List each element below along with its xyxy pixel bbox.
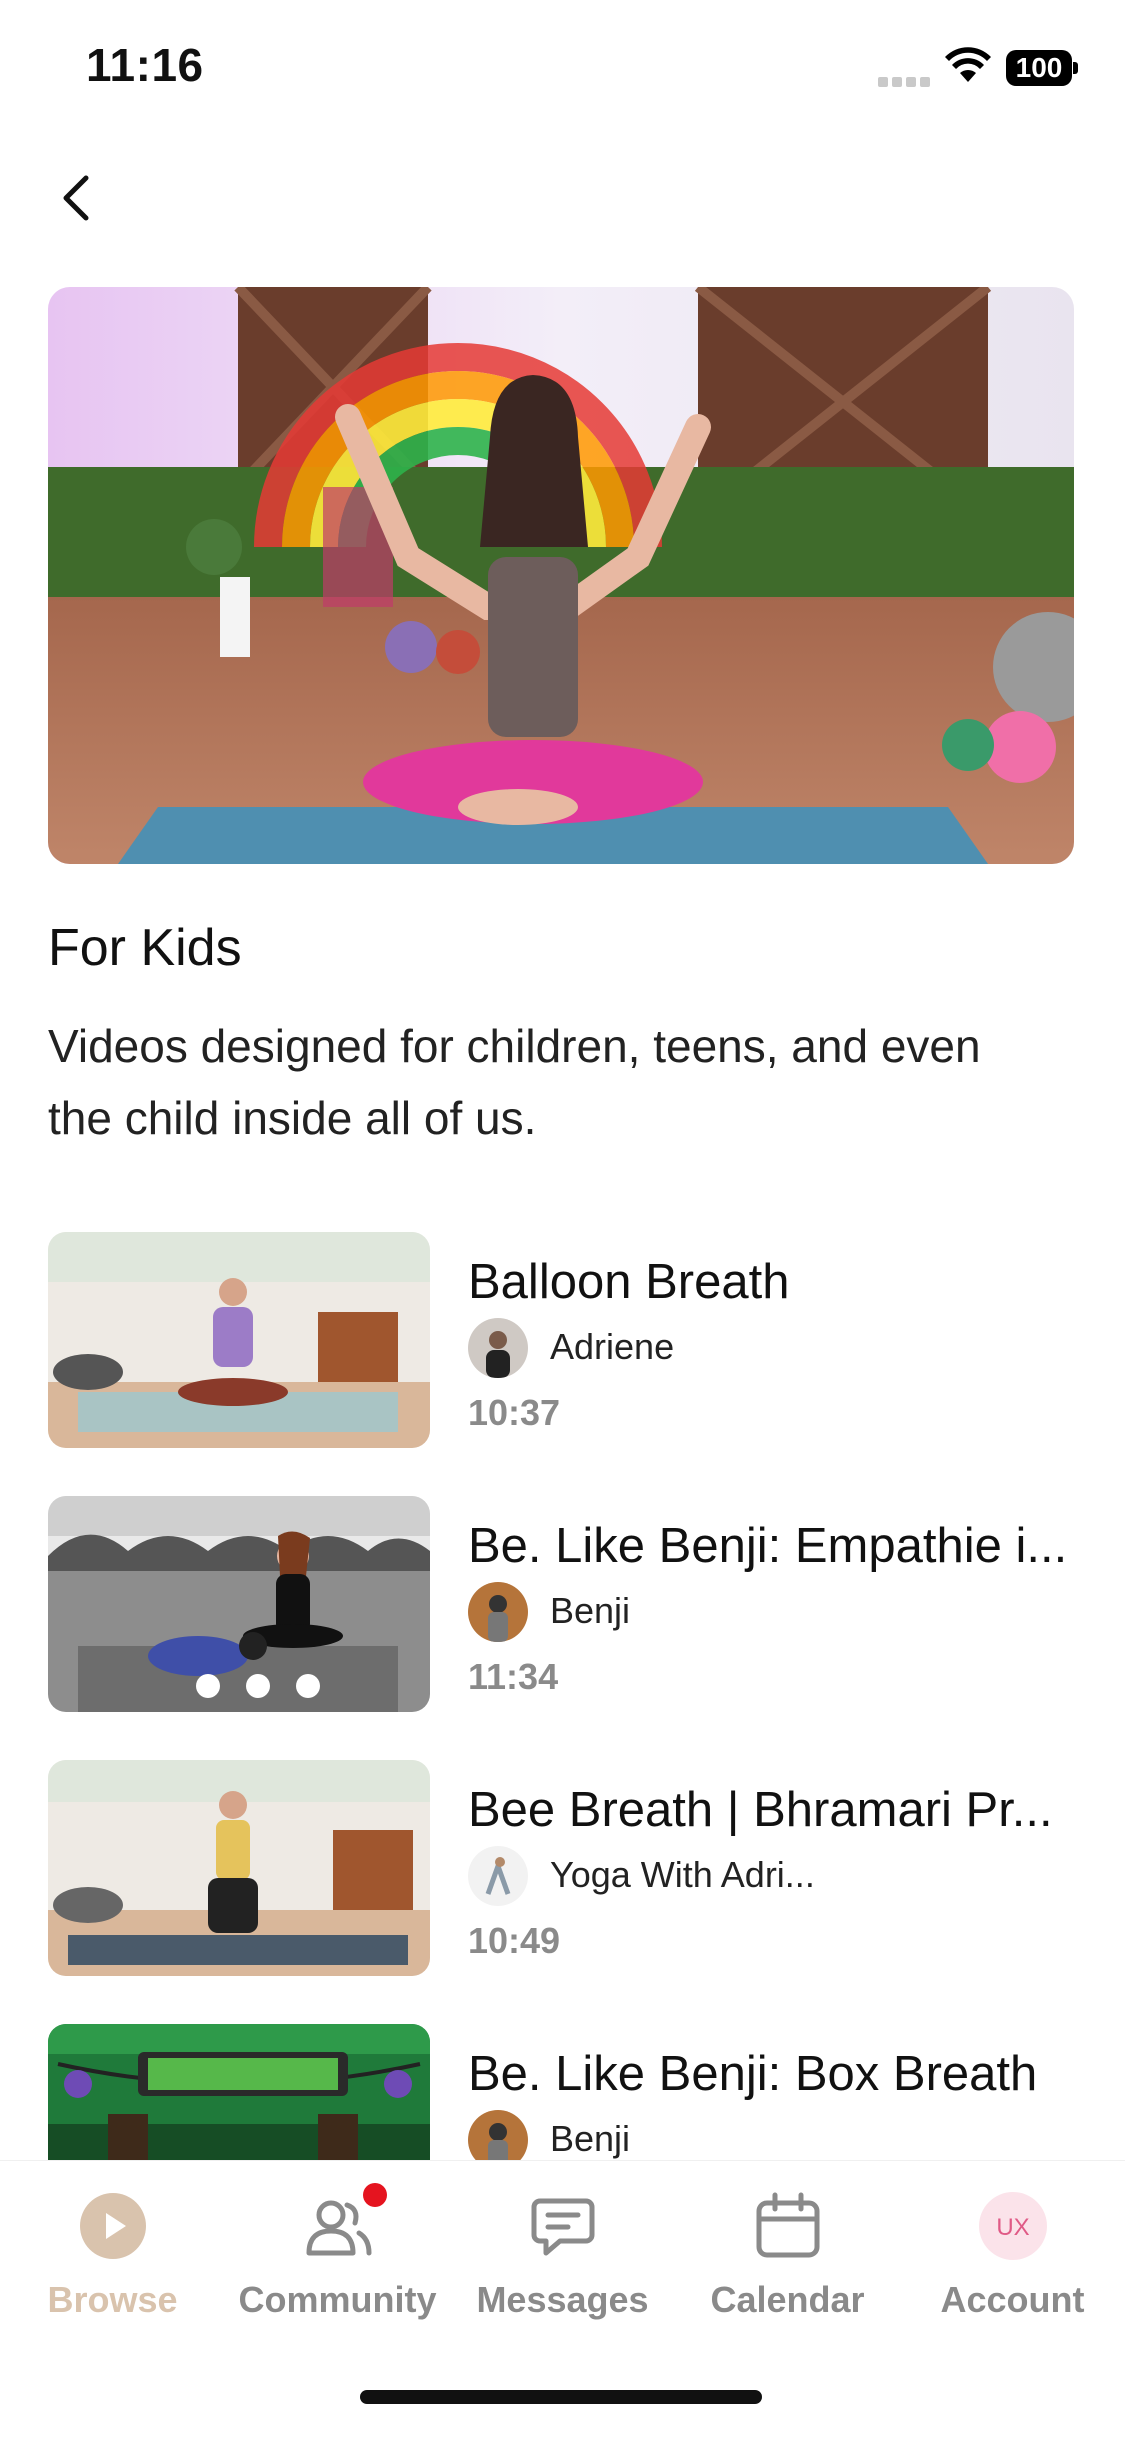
play-icon [80,2193,146,2259]
video-item-box-breath[interactable]: Be. Like Benji: Box Breath Benji [48,2024,1078,2162]
author-name: Benji [550,1590,631,1631]
tab-messages[interactable]: Messages [450,2191,675,2331]
author-name: Benji [550,2118,631,2159]
video-title: Balloon Breath [468,1255,790,1309]
page-description: Videos designed for children, teens, and… [48,1020,981,1144]
chat-icon [531,2198,595,2256]
video-title: Be. Like Benji: Box Breath [468,2047,1038,2101]
calendar-icon [756,2192,820,2258]
video-thumbnail [48,1232,430,1448]
avatar-icon: UX [979,2192,1047,2260]
video-item-bee-breath[interactable]: Bee Breath | Bhramari Pr... Yoga With Ad… [48,1760,1078,1976]
tab-label: Browse [47,2279,178,2320]
author-avatar [468,1846,528,1906]
tab-community[interactable]: Community [225,2183,450,2331]
hero-image [48,287,1074,864]
author-name: Yoga With Adri... [550,1854,815,1895]
battery-level: 100 [1006,50,1072,86]
video-duration: 10:49 [468,1920,561,1961]
tab-account[interactable]: UX Account [900,2191,1125,2331]
video-duration: 11:34 [468,1656,559,1697]
video-item-balloon-breath[interactable]: Balloon Breath Adriene 10:37 [48,1232,1078,1448]
video-title: Bee Breath | Bhramari Pr... [468,1783,1053,1837]
author-avatar [468,1318,528,1378]
video-item-empathie[interactable]: Be. Like Benji: Empathie i... Benji 11:3… [48,1496,1078,1712]
back-button[interactable] [48,168,108,228]
wifi-icon [945,47,991,82]
tab-label: Account [940,2279,1085,2320]
author-avatar [468,2110,528,2162]
page-title: For Kids [48,919,242,977]
tab-label: Community [238,2279,437,2320]
notification-badge [363,2183,387,2207]
tab-browse[interactable]: Browse [0,2191,225,2331]
status-time: 11:16 [86,39,204,91]
video-duration: 10:37 [468,1392,561,1433]
video-list: Balloon Breath Adriene 10:37 Be. Like Be… [0,1232,1125,2162]
tab-calendar[interactable]: Calendar [675,2191,900,2331]
author-name: Adriene [550,1326,675,1367]
battery-icon: 100 [1006,50,1078,86]
avatar-initials: UX [996,2214,1029,2241]
video-title: Be. Like Benji: Empathie i... [468,1519,1068,1573]
video-thumbnail [48,1760,430,1976]
home-indicator [360,2390,762,2404]
cellular-signal-icon [878,74,934,87]
people-icon [306,2200,372,2256]
author-avatar [468,1582,528,1642]
video-thumbnail [48,1496,430,1712]
video-thumbnail [48,2024,430,2162]
tab-label: Messages [476,2279,649,2320]
tab-label: Calendar [710,2279,865,2320]
status-bar: 11:16 100 [0,0,1125,140]
